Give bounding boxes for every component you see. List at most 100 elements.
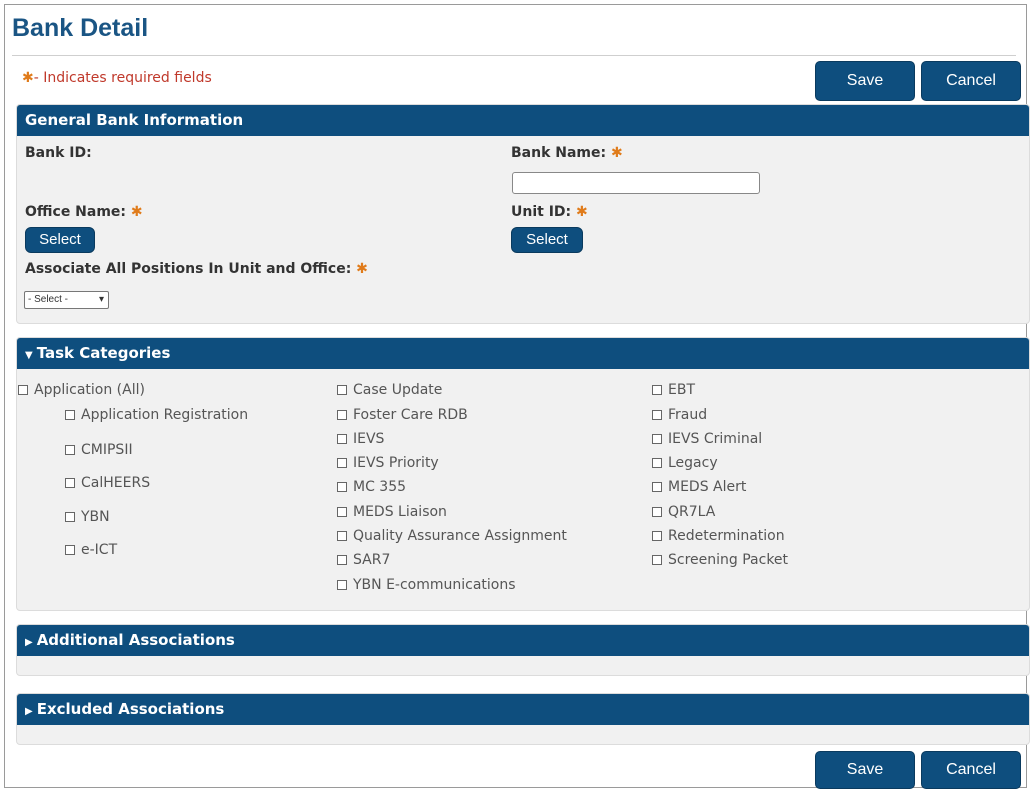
checkbox-box[interactable] [65, 545, 75, 555]
checkbox-task[interactable]: EBT [652, 382, 695, 398]
checkbox-box[interactable] [337, 458, 347, 468]
checkbox-box[interactable] [337, 531, 347, 541]
checkbox-label: Application (All) [34, 382, 145, 398]
unit-id-label: Unit ID: [511, 204, 572, 220]
associate-positions-selected: - Select - [28, 294, 69, 305]
checkbox-box[interactable] [18, 385, 28, 395]
checkbox-box[interactable] [652, 410, 662, 420]
checkbox-box[interactable] [337, 507, 347, 517]
checkbox-task[interactable]: MC 355 [337, 479, 406, 495]
checkbox-task[interactable]: SAR7 [337, 552, 390, 568]
checkbox-task[interactable]: CMIPSII [65, 442, 133, 458]
checkbox-label: YBN [81, 509, 110, 525]
cancel-button-top[interactable]: Cancel [921, 61, 1021, 101]
checkbox-label: QR7LA [668, 504, 716, 520]
associate-label-group: Associate All Positions In Unit and Offi… [25, 261, 368, 277]
checkbox-label: IEVS [353, 431, 385, 447]
checkbox-task[interactable]: IEVS Priority [337, 455, 439, 471]
checkbox-box[interactable] [337, 580, 347, 590]
checkbox-task[interactable]: Foster Care RDB [337, 407, 468, 423]
checkbox-box[interactable] [652, 507, 662, 517]
office-name-label-group: Office Name: ✱ [25, 204, 143, 220]
bank-id-label: Bank ID: [25, 145, 92, 161]
triangle-right-icon: ▶ [25, 637, 33, 648]
checkbox-task[interactable]: MEDS Alert [652, 479, 746, 495]
checkbox-task[interactable]: CalHEERS [65, 475, 150, 491]
additional-associations-title: Additional Associations [36, 631, 235, 649]
checkbox-task[interactable]: YBN [65, 509, 110, 525]
page-title: Bank Detail [12, 14, 149, 42]
checkbox-box[interactable] [652, 385, 662, 395]
task-categories-title: Task Categories [36, 344, 171, 362]
checkbox-label: Quality Assurance Assignment [353, 528, 567, 544]
checkbox-box[interactable] [337, 555, 347, 565]
checkbox-task[interactable]: Legacy [652, 455, 718, 471]
checkbox-label: Legacy [668, 455, 718, 471]
checkbox-box[interactable] [337, 482, 347, 492]
checkbox-box[interactable] [337, 410, 347, 420]
checkbox-label: CalHEERS [81, 475, 151, 491]
excluded-associations-title: Excluded Associations [36, 700, 225, 718]
asterisk-icon: ✱ [22, 70, 34, 86]
checkbox-label: EBT [668, 382, 696, 398]
checkbox-task[interactable]: Screening Packet [652, 552, 788, 568]
checkbox-task[interactable]: e-ICT [65, 542, 117, 558]
cancel-button-bottom[interactable]: Cancel [921, 751, 1021, 789]
checkbox-box[interactable] [337, 385, 347, 395]
checkbox-box[interactable] [65, 445, 75, 455]
asterisk-icon: ✱ [576, 204, 588, 220]
triangle-down-icon: ▼ [25, 350, 33, 361]
checkbox-label: MEDS Liaison [353, 504, 447, 520]
chevron-down-icon: ▾ [98, 294, 104, 305]
associate-positions-dropdown[interactable]: - Select - ▾ [24, 291, 109, 309]
checkbox-label: Screening Packet [668, 552, 789, 568]
office-name-label: Office Name: [25, 204, 127, 220]
excluded-associations-section: ▶ Excluded Associations [16, 693, 1030, 745]
checkbox-task[interactable]: Quality Assurance Assignment [337, 528, 567, 544]
office-name-select-button[interactable]: Select [25, 227, 95, 253]
checkbox-application-all[interactable]: Application (All) [18, 382, 145, 398]
bank-name-input[interactable] [512, 172, 760, 194]
checkbox-box[interactable] [65, 478, 75, 488]
checkbox-task[interactable]: IEVS Criminal [652, 431, 762, 447]
unit-id-select-button[interactable]: Select [511, 227, 583, 253]
checkbox-box[interactable] [652, 482, 662, 492]
task-categories-header[interactable]: ▼ Task Categories [17, 338, 1029, 369]
additional-associations-header[interactable]: ▶ Additional Associations [17, 625, 1029, 656]
bank-name-label: Bank Name: [511, 145, 607, 161]
checkbox-task[interactable]: QR7LA [652, 504, 715, 520]
asterisk-icon: ✱ [356, 261, 368, 277]
checkbox-box[interactable] [652, 434, 662, 444]
checkbox-box[interactable] [652, 531, 662, 541]
checkbox-label: IEVS Priority [353, 455, 439, 471]
excluded-associations-header[interactable]: ▶ Excluded Associations [17, 694, 1029, 725]
checkbox-task[interactable]: Case Update [337, 382, 442, 398]
checkbox-task[interactable]: Application Registration [65, 407, 248, 423]
additional-associations-section: ▶ Additional Associations [16, 624, 1030, 676]
checkbox-label: Fraud [668, 407, 708, 423]
unit-id-label-group: Unit ID: ✱ [511, 204, 588, 220]
title-divider [12, 55, 1016, 56]
task-categories-section: ▼ Task Categories Application (All) Appli… [16, 337, 1030, 611]
save-button-bottom[interactable]: Save [815, 751, 915, 789]
checkbox-task[interactable]: IEVS [337, 431, 384, 447]
checkbox-task[interactable]: YBN E-communications [337, 577, 516, 593]
checkbox-box[interactable] [652, 555, 662, 565]
checkbox-task[interactable]: MEDS Liaison [337, 504, 447, 520]
triangle-right-icon: ▶ [25, 706, 33, 717]
associate-positions-label: Associate All Positions In Unit and Offi… [25, 261, 352, 277]
checkbox-label: SAR7 [353, 552, 391, 568]
checkbox-label: Application Registration [81, 407, 249, 423]
checkbox-label: Redetermination [668, 528, 785, 544]
checkbox-box[interactable] [652, 458, 662, 468]
checkbox-label: Foster Care RDB [353, 407, 468, 423]
general-bank-information-header: General Bank Information [17, 105, 1029, 136]
checkbox-box[interactable] [65, 512, 75, 522]
checkbox-task[interactable]: Redetermination [652, 528, 785, 544]
checkbox-box[interactable] [65, 410, 75, 420]
checkbox-box[interactable] [337, 434, 347, 444]
checkbox-label: YBN E-communications [353, 577, 516, 593]
save-button-top[interactable]: Save [815, 61, 915, 101]
checkbox-task[interactable]: Fraud [652, 407, 707, 423]
bank-name-label-group: Bank Name: ✱ [511, 145, 623, 161]
